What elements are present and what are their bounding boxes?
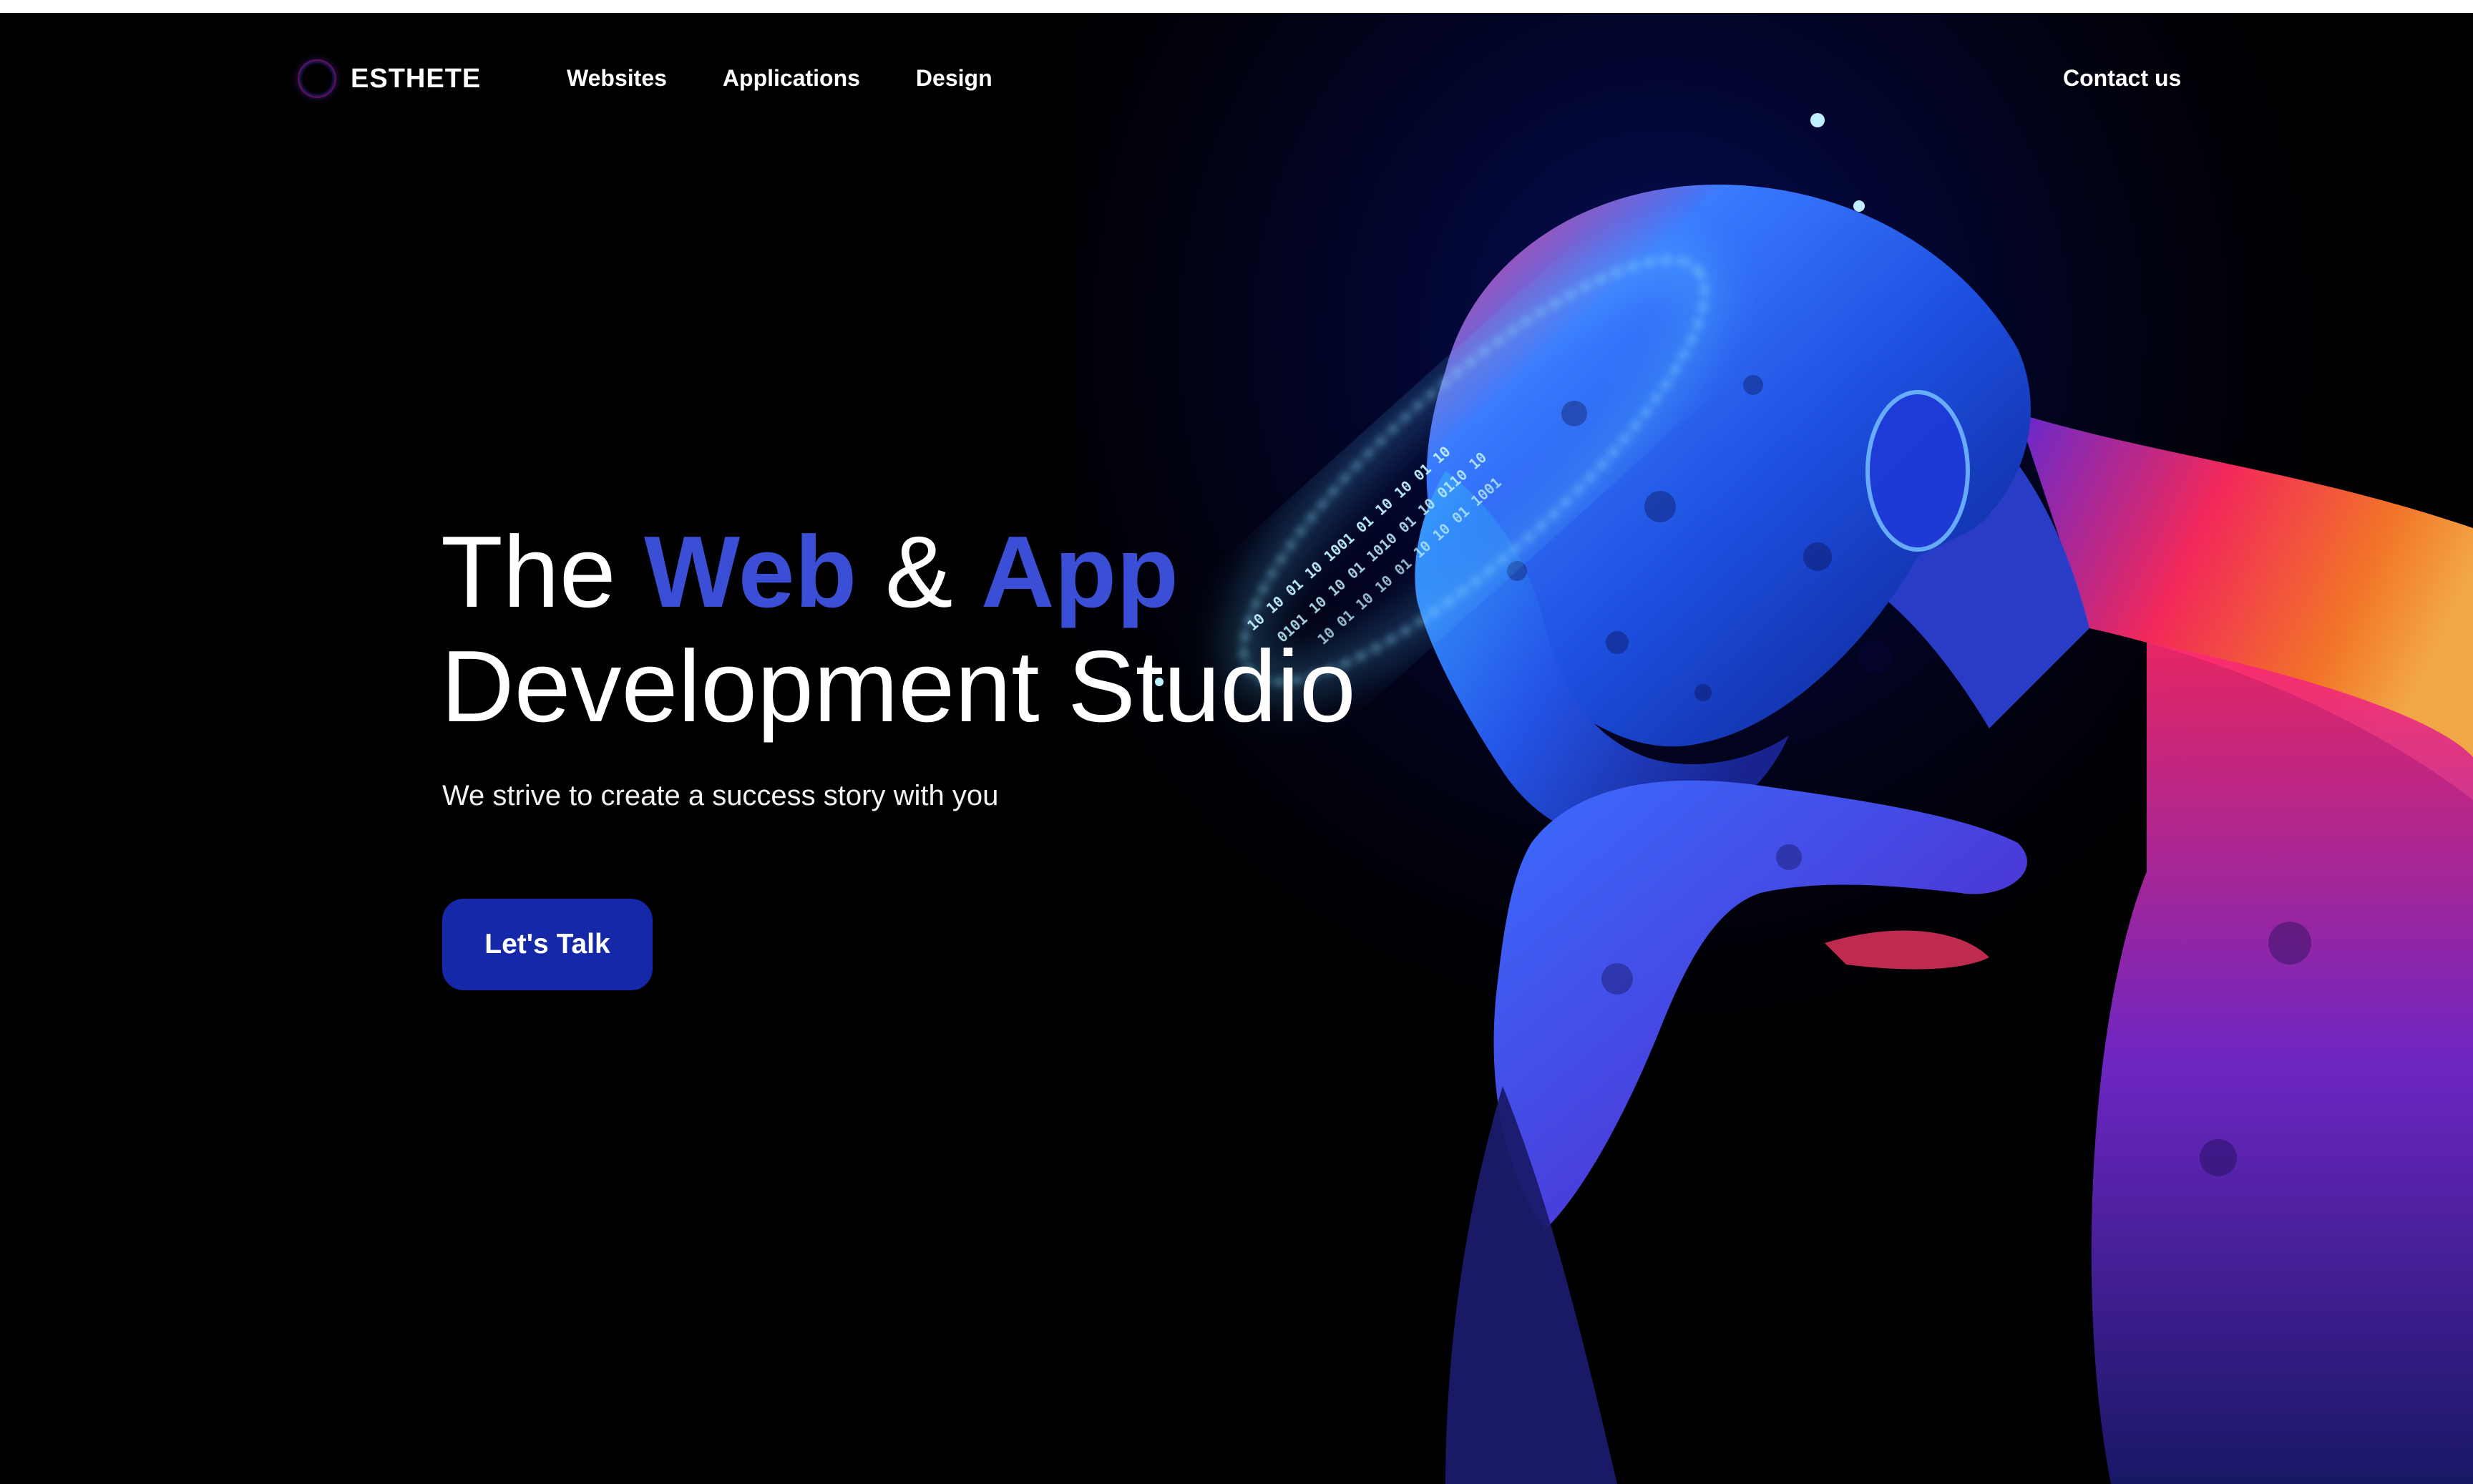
thinker-statue-icon: 10 10 01 10 1001 01 10 10 01 10 0101 10 …	[1073, 13, 2473, 1484]
headline-word-web: Web	[644, 515, 857, 629]
ring-logo-icon	[298, 59, 336, 98]
nav-menu: Websites Applications Design	[567, 60, 992, 96]
hero-image: 10 10 01 10 1001 01 10 10 01 10 0101 10 …	[1073, 13, 2473, 1484]
headline-word-app: App	[980, 515, 1179, 629]
lets-talk-button[interactable]: Let's Talk	[442, 899, 653, 990]
brand-logo[interactable]: ESTHETE	[298, 57, 481, 100]
nav-item-websites[interactable]: Websites	[567, 60, 667, 96]
headline-word-the: The	[441, 515, 616, 629]
nav-item-design[interactable]: Design	[916, 60, 992, 96]
browser-top-edge	[0, 0, 2473, 13]
headline-line-2: Development Studio	[441, 630, 1356, 743]
landing-page: 10 10 01 10 1001 01 10 10 01 10 0101 10 …	[0, 0, 2473, 1484]
headline-ampersand: &	[884, 515, 953, 629]
brand-name: ESTHETE	[351, 63, 482, 94]
nav-item-applications[interactable]: Applications	[723, 60, 860, 96]
hero-headline: The Web & App Development Studio	[441, 515, 1356, 744]
hero-subtitle: We strive to create a success story with…	[442, 780, 999, 811]
top-navigation: ESTHETE Websites Applications Design Con…	[0, 13, 2473, 142]
contact-us-link[interactable]: Contact us	[2063, 60, 2181, 96]
